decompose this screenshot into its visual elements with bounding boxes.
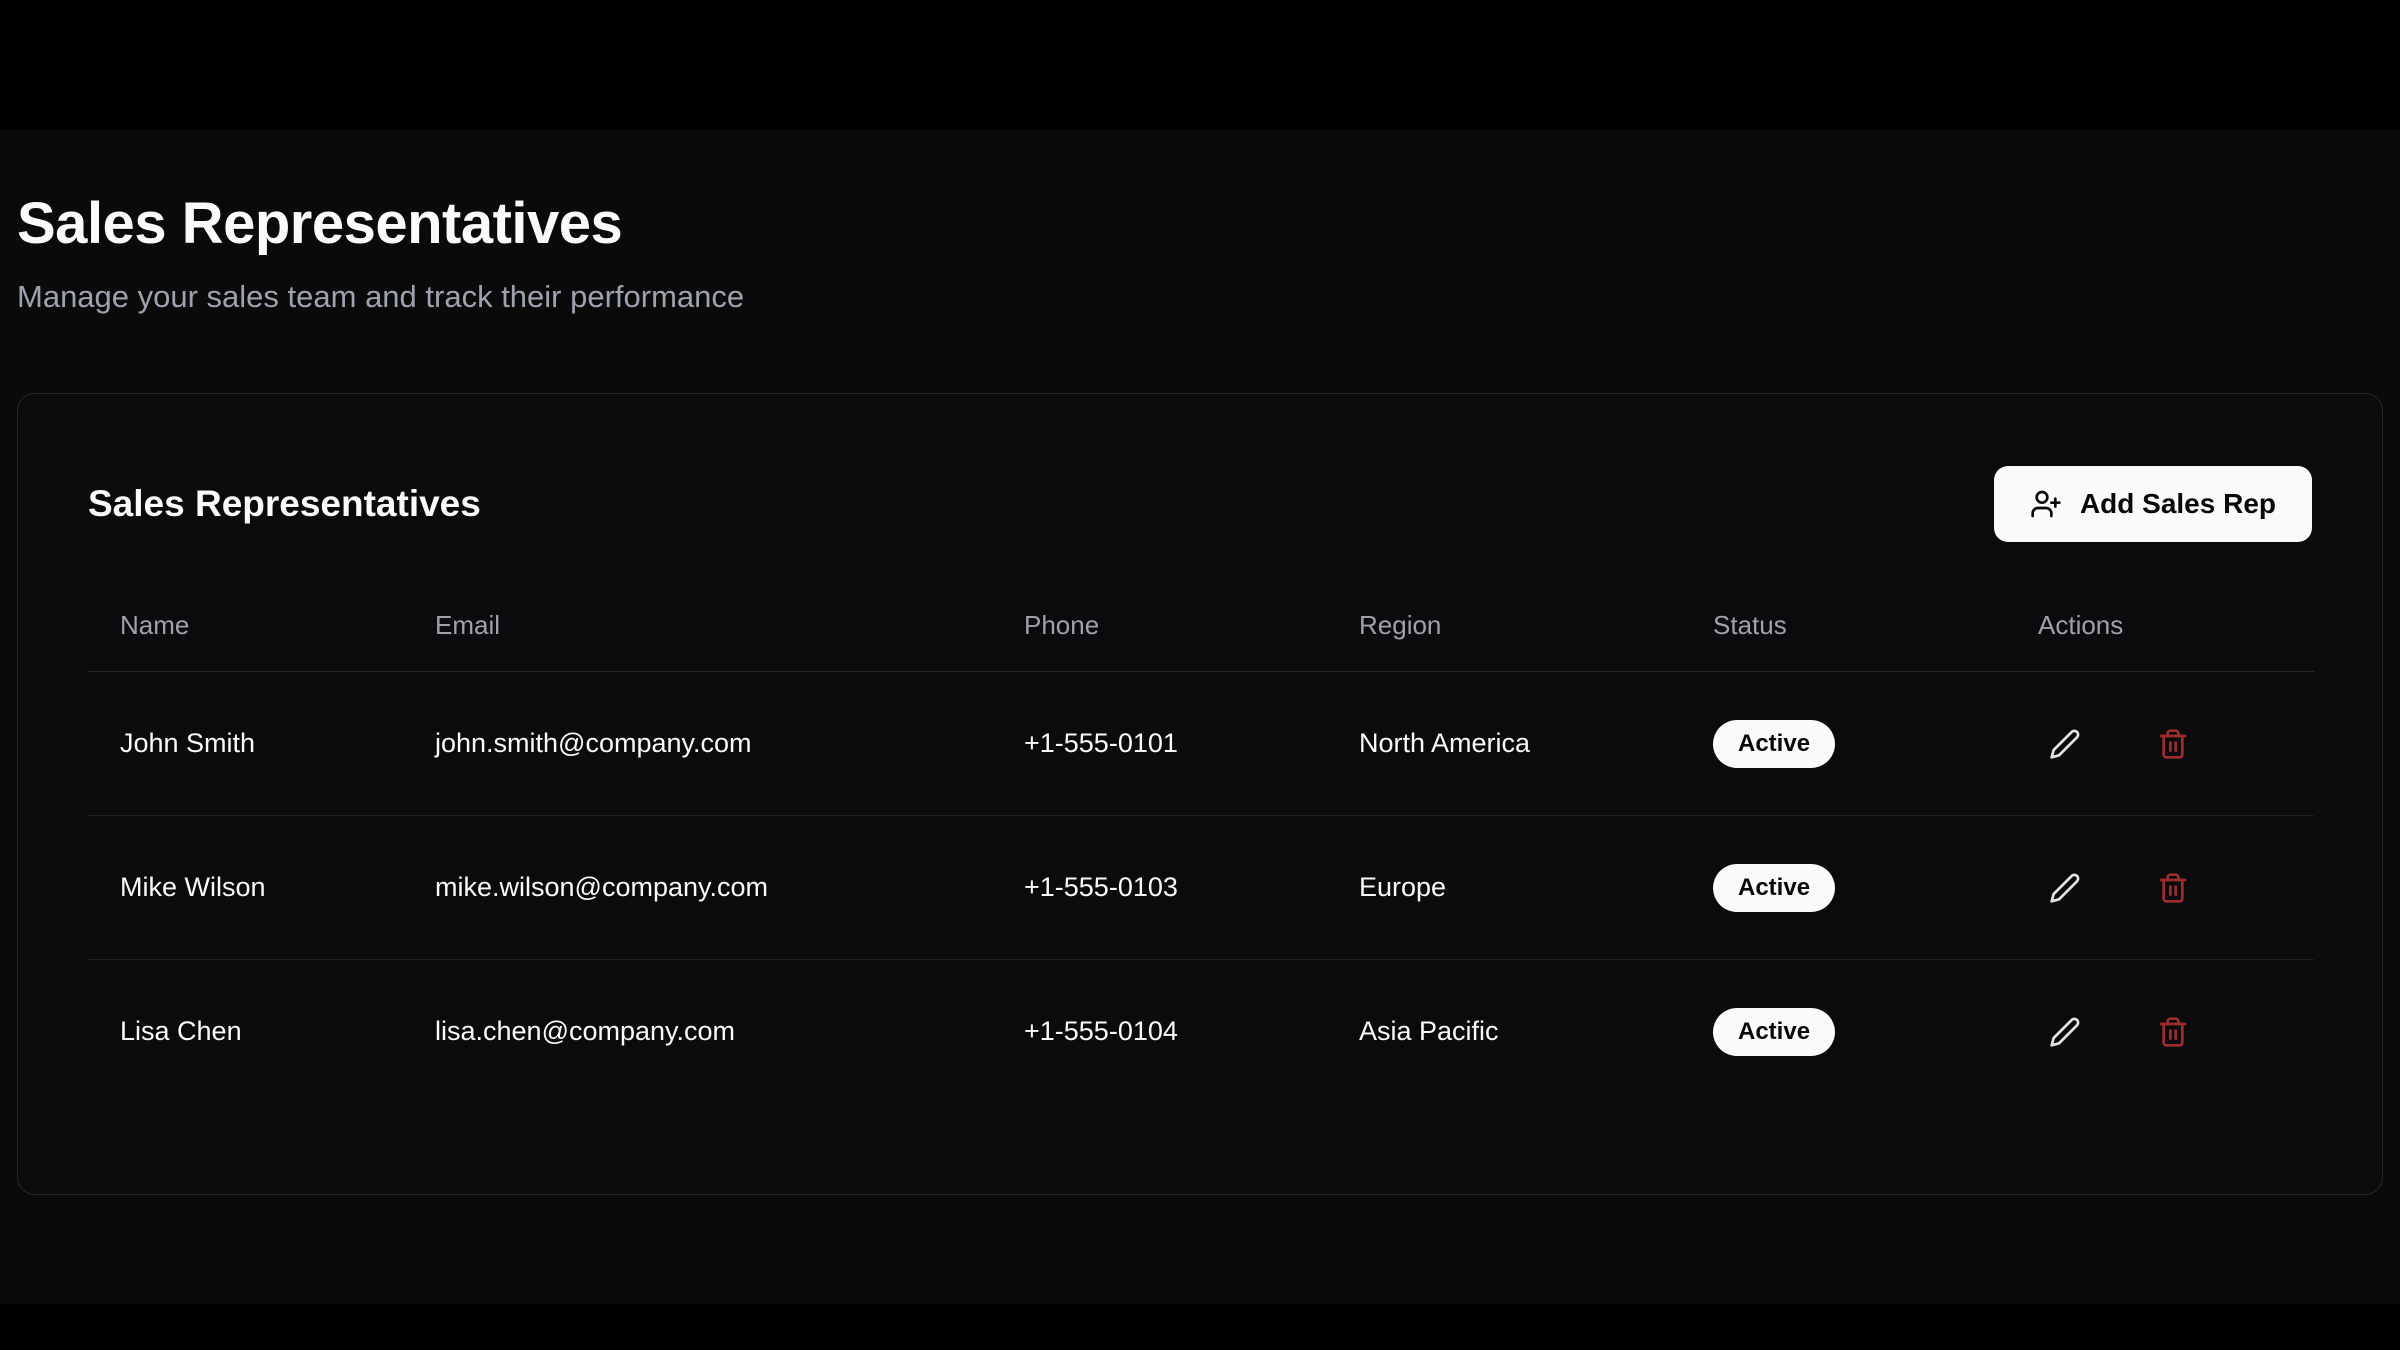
table-header-row: Name Email Phone Region Status Actions (88, 596, 2314, 672)
delete-button[interactable] (2146, 717, 2200, 771)
rep-status-cell: Active (1681, 960, 2006, 1104)
pencil-icon (2049, 728, 2081, 760)
status-badge: Active (1713, 720, 1835, 768)
rep-name: Mike Wilson (88, 816, 403, 960)
card-header: Sales Representatives Add Sales Rep (88, 466, 2312, 542)
rep-actions-cell (2006, 672, 2314, 816)
edit-button[interactable] (2038, 861, 2092, 915)
card-title: Sales Representatives (88, 483, 481, 525)
column-header-email: Email (403, 596, 992, 672)
delete-button[interactable] (2146, 1005, 2200, 1059)
pencil-icon (2049, 872, 2081, 904)
column-header-phone: Phone (992, 596, 1327, 672)
edit-button[interactable] (2038, 717, 2092, 771)
rep-email: john.smith@company.com (403, 672, 992, 816)
trash-icon (2157, 728, 2189, 760)
table-row: Lisa Chen lisa.chen@company.com +1-555-0… (88, 960, 2314, 1104)
column-header-region: Region (1327, 596, 1681, 672)
sales-reps-card: Sales Representatives Add Sales Rep (17, 393, 2383, 1195)
rep-phone: +1-555-0104 (992, 960, 1327, 1104)
page-title: Sales Representatives (17, 190, 2383, 257)
trash-icon (2157, 872, 2189, 904)
bottom-edge-strip (0, 1304, 2400, 1350)
rep-status-cell: Active (1681, 672, 2006, 816)
status-badge: Active (1713, 864, 1835, 912)
rep-actions-cell (2006, 816, 2314, 960)
add-sales-rep-button[interactable]: Add Sales Rep (1994, 466, 2312, 542)
rep-name: Lisa Chen (88, 960, 403, 1104)
sales-reps-table: Name Email Phone Region Status Actions J… (88, 596, 2314, 1104)
page-subtitle: Manage your sales team and track their p… (17, 279, 2383, 315)
column-header-actions: Actions (2006, 596, 2314, 672)
edit-button[interactable] (2038, 1005, 2092, 1059)
rep-name: John Smith (88, 672, 403, 816)
status-badge: Active (1713, 1008, 1835, 1056)
rep-phone: +1-555-0103 (992, 816, 1327, 960)
rep-phone: +1-555-0101 (992, 672, 1327, 816)
rep-email: lisa.chen@company.com (403, 960, 992, 1104)
table-header: Name Email Phone Region Status Actions (88, 596, 2314, 672)
rep-region: Asia Pacific (1327, 960, 1681, 1104)
table-row: John Smith john.smith@company.com +1-555… (88, 672, 2314, 816)
table-body: John Smith john.smith@company.com +1-555… (88, 672, 2314, 1104)
column-header-status: Status (1681, 596, 2006, 672)
rep-actions-cell (2006, 960, 2314, 1104)
trash-icon (2157, 1016, 2189, 1048)
table-row: Mike Wilson mike.wilson@company.com +1-5… (88, 816, 2314, 960)
rep-region: Europe (1327, 816, 1681, 960)
pencil-icon (2049, 1016, 2081, 1048)
user-plus-icon (2030, 488, 2062, 520)
add-sales-rep-button-label: Add Sales Rep (2080, 488, 2276, 520)
rep-region: North America (1327, 672, 1681, 816)
page: Sales Representatives Manage your sales … (0, 0, 2400, 1195)
delete-button[interactable] (2146, 861, 2200, 915)
column-header-name: Name (88, 596, 403, 672)
rep-email: mike.wilson@company.com (403, 816, 992, 960)
rep-status-cell: Active (1681, 816, 2006, 960)
